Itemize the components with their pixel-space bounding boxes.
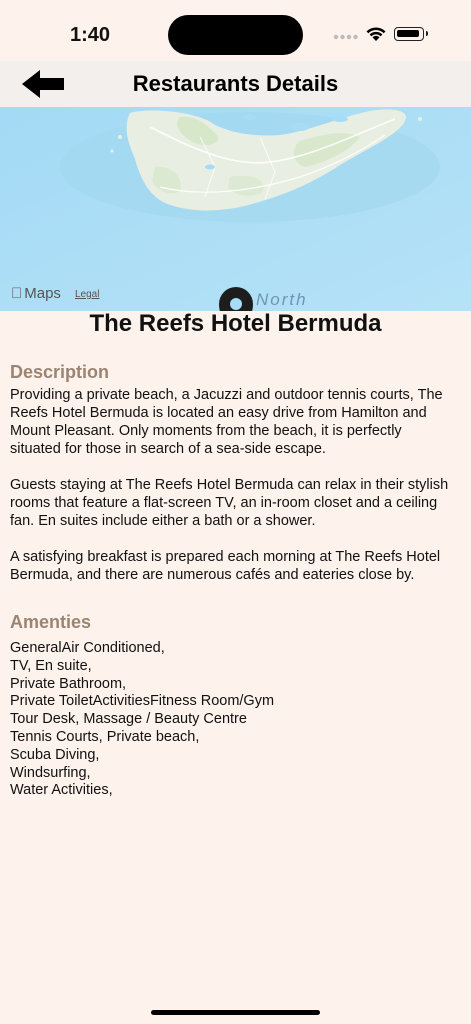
maps-label: Maps (13, 285, 61, 302)
amenity-line: Tennis Courts, Private beach, (10, 728, 200, 745)
map-north-label: North (256, 290, 308, 309)
amenity-line: Private Bathroom, (10, 675, 127, 692)
apple-maps-logo:  Maps (11, 285, 61, 302)
amenity-line: TV, En suite, (10, 657, 92, 674)
amenity-line: Scuba Diving, (10, 746, 100, 763)
description-heading: Description (10, 362, 110, 382)
description-paragraph: A satisfying breakfast is prepared each … (10, 549, 441, 583)
map-view[interactable] (0, 107, 471, 311)
wifi-icon (366, 27, 386, 41)
map-terrain (0, 107, 471, 311)
legal-link[interactable]: Legal (75, 289, 99, 300)
description-paragraph: Guests staying at The Reefs Hotel Bermud… (10, 477, 449, 529)
amenities-list: GeneralAir Conditioned, TV, En suite, Pr… (10, 640, 450, 800)
description-paragraph: Providing a private beach, a Jacuzzi and… (10, 387, 443, 457)
battery-icon (394, 27, 428, 41)
amenity-line: GeneralAir Conditioned, (10, 640, 165, 656)
amenity-line: Water Activities, (10, 782, 113, 799)
amenity-line: Windsurfing, (10, 764, 91, 781)
description-text[interactable]: Providing a private beach, a Jacuzzi and… (10, 386, 455, 588)
dynamic-island (168, 15, 303, 55)
status-time: 1:40 (70, 24, 111, 46)
apple-logo-icon:  (11, 285, 22, 302)
home-indicator[interactable] (151, 1010, 320, 1015)
status-bar: 1:40 (0, 0, 471, 62)
amenities-heading: Amenties (10, 612, 92, 632)
page-title: Restaurants Details (132, 71, 339, 96)
cellular-signal-icon (333, 34, 358, 40)
amenity-line: Private ToiletActivitiesFitness Room/Gym (10, 693, 275, 710)
nav-bar: Restaurants Details (0, 61, 471, 107)
hotel-name: The Reefs Hotel Bermuda (89, 310, 382, 337)
amenity-line: Tour Desk, Massage / Beauty Centre (10, 711, 247, 728)
